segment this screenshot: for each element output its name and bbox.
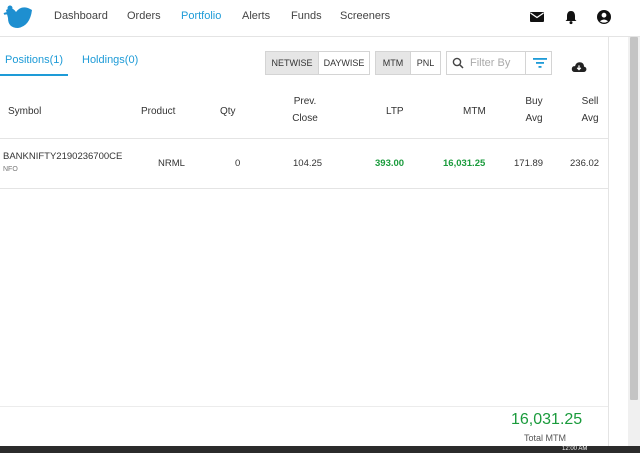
col-buy-avg[interactable]: Buy Avg [522,93,546,127]
filter-divider [525,51,526,75]
total-mtm-value: 16,031.25 [511,411,583,428]
cell-exchange: NFO [3,166,18,173]
nav-screeners[interactable]: Screeners [340,10,390,22]
cell-prev-close: 104.25 [293,158,323,169]
brand-logo-icon[interactable] [2,2,34,32]
search-icon [452,57,464,69]
cell-product: NRML [158,158,185,169]
pnl-toggle[interactable]: PNL [410,51,441,75]
header-divider [0,138,608,139]
col-qty[interactable]: Qty [220,103,236,120]
netwise-toggle[interactable]: NETWISE [265,51,319,75]
cell-mtm: 16,031.25 [443,158,486,169]
col-sell-avg[interactable]: Sell Avg [578,93,602,127]
total-mtm-label: Total MTM [524,433,567,443]
col-prev-close[interactable]: Prev. Close [288,93,322,127]
tab-positions[interactable]: Positions(1) [5,54,63,66]
col-product[interactable]: Product [141,103,175,120]
os-taskbar [0,446,640,453]
nav-dashboard[interactable]: Dashboard [54,10,108,22]
cloud-download-icon[interactable] [571,60,587,74]
col-symbol[interactable]: Symbol [8,103,41,120]
footer-divider [0,406,608,407]
daywise-toggle[interactable]: DAYWISE [318,51,370,75]
taskbar-clock: 12:00 AM [562,446,588,452]
cell-sell-avg: 236.02 [570,158,600,169]
cell-symbol: BANKNIFTY2190236700CE [3,151,123,162]
bell-icon[interactable] [563,9,579,25]
filter-list-icon[interactable] [532,56,548,70]
nav-funds[interactable]: Funds [291,10,322,22]
col-prev-close-line1: Prev. [293,96,317,107]
filter-input[interactable] [470,52,520,74]
col-prev-close-line2: Close [292,113,318,124]
nav-alerts[interactable]: Alerts [242,10,270,22]
scrollbar-thumb[interactable] [630,37,638,400]
col-buy-avg-line1: Buy [525,96,543,107]
col-sell-avg-line1: Sell [581,96,599,107]
col-buy-avg-line2: Avg [525,113,543,124]
row-divider [0,188,608,189]
col-sell-avg-line2: Avg [581,113,599,124]
col-mtm[interactable]: MTM [463,103,486,120]
nav-orders[interactable]: Orders [127,10,161,22]
col-ltp[interactable]: LTP [386,103,404,120]
active-tab-indicator [0,74,68,76]
account-icon[interactable] [596,9,612,25]
mtm-toggle[interactable]: MTM [375,51,411,75]
top-navbar: Dashboard Orders Portfolio Alerts Funds … [0,0,640,37]
tab-holdings[interactable]: Holdings(0) [82,54,138,66]
nav-portfolio[interactable]: Portfolio [181,10,221,22]
cell-ltp: 393.00 [375,158,405,169]
cell-buy-avg: 171.89 [514,158,544,169]
cell-qty: 0 [235,158,241,169]
mail-icon[interactable] [529,9,545,25]
